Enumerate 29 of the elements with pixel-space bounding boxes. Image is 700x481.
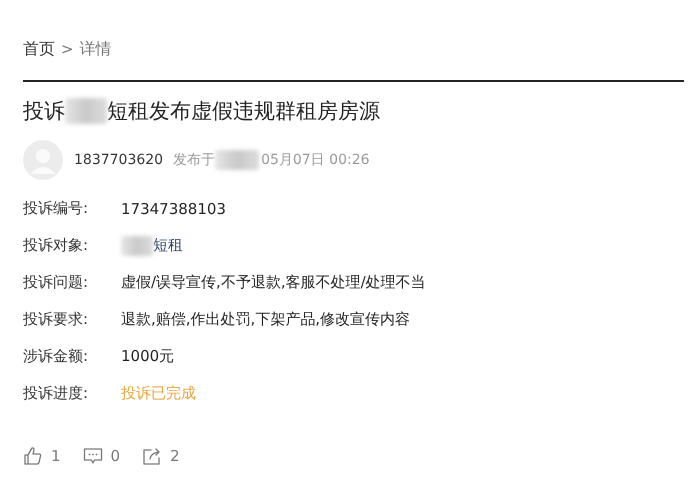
- field-value: 1000元: [121, 347, 174, 366]
- field-label: 涉诉金额:: [23, 347, 90, 366]
- posted-label: 发布于: [173, 151, 216, 169]
- field-label: 投诉问题:: [23, 273, 90, 292]
- redaction-blur: [215, 150, 260, 170]
- share-icon: [142, 446, 162, 466]
- redaction-blur: [65, 98, 107, 124]
- field-label: 投诉进度:: [23, 384, 90, 403]
- field-label: 投诉要求:: [23, 310, 90, 329]
- comment-icon: [82, 446, 103, 466]
- breadcrumb-link[interactable]: 详情: [80, 38, 112, 60]
- complaint-title: 短租发布虚假违规群租房房源: [107, 98, 380, 125]
- field-value: 退款,赔偿,作出处罚,下架产品,修改宣传内容: [121, 310, 410, 329]
- comment-button[interactable]: 0: [82, 446, 120, 466]
- field-value: 17347388103: [121, 200, 226, 218]
- field-value: 虚假/误导宣传,不予退款,客服不处理/处理不当: [121, 273, 426, 292]
- complaint-title: 投诉: [23, 98, 65, 125]
- redaction-blur: [121, 236, 153, 256]
- field-value[interactable]: 短租: [153, 236, 183, 255]
- breadcrumb-link[interactable]: 首页: [23, 38, 55, 60]
- author-name: 1837703620: [74, 152, 164, 168]
- field-label: 投诉编号:: [23, 199, 90, 218]
- field-label: 投诉对象:: [23, 236, 90, 255]
- share-button[interactable]: 2: [142, 446, 180, 466]
- thumbs-up-icon: [23, 446, 43, 466]
- field-value: 投诉已完成: [121, 384, 196, 403]
- post-date: 05月07日 00:26: [261, 151, 370, 169]
- like-button[interactable]: 1: [23, 446, 61, 466]
- breadcrumb-separator: >: [61, 40, 74, 58]
